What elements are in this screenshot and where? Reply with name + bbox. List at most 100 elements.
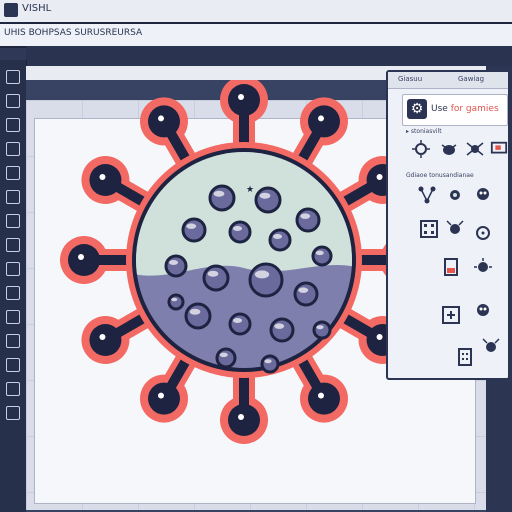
pore-highlight (171, 297, 178, 302)
skull-icon[interactable] (472, 184, 494, 206)
spike-tip (228, 404, 260, 436)
section-label-top: ▸ stoniasvilt (406, 128, 442, 135)
virus-pore (208, 184, 236, 212)
pore-highlight (298, 287, 309, 293)
title-bar: VISHL (0, 0, 512, 24)
pore-highlight (300, 213, 311, 219)
spider-icon[interactable] (464, 138, 486, 160)
virus-pore (248, 262, 284, 298)
spike-tip (68, 244, 100, 276)
panel-header: Giasuu Gawiag (388, 72, 508, 89)
spike-highlight (238, 414, 244, 420)
virus-pore (269, 317, 295, 343)
spike-tip (308, 105, 340, 138)
select-tool-icon[interactable] (6, 94, 20, 108)
pore-highlight (169, 260, 178, 265)
color-swatch-icon[interactable] (6, 406, 20, 420)
keypad-icon[interactable] (418, 218, 440, 240)
virus-pore (215, 347, 237, 369)
virus-pore (260, 354, 280, 374)
use-for-games-box[interactable]: ⚙ Use for gamies (402, 94, 508, 126)
pore-highlight (315, 250, 324, 256)
virus-pore (164, 254, 188, 278)
pore-highlight (213, 190, 225, 197)
virus-pore (184, 302, 212, 330)
section-label-bottom: Gdiaoe tonusandianae (406, 172, 474, 179)
pen-tool-icon[interactable] (6, 238, 20, 252)
tools-panel (0, 60, 27, 512)
options-toolbar (26, 46, 512, 66)
virus-pore (228, 220, 252, 244)
spike-highlight (99, 174, 106, 180)
icons-panel: Giasuu Gawiag ⚙ Use for gamies ▸ stonias… (386, 70, 510, 380)
zoom-tool-icon[interactable] (6, 334, 20, 348)
spike-highlight (318, 392, 324, 399)
germ-icon[interactable] (480, 336, 502, 358)
spike-tip (89, 164, 122, 196)
spike-highlight (238, 94, 244, 100)
spike-highlight (158, 115, 164, 122)
germ-icon[interactable] (444, 218, 466, 240)
virus-icon[interactable] (410, 138, 432, 160)
virus-icon[interactable] (472, 256, 494, 278)
spike-highlight (318, 115, 324, 122)
spike-tip (148, 105, 180, 138)
menu-text[interactable]: UHIS BOHPSAS SURUSREURSA (4, 28, 142, 38)
use-for-games-label: Use for gamies (431, 104, 499, 114)
virus-pore (254, 186, 282, 214)
spike-highlight (376, 334, 383, 340)
virus-icon[interactable] (444, 184, 466, 206)
virus-pore (167, 293, 185, 311)
text-tool-icon[interactable] (6, 262, 20, 276)
menu-bar: UHIS BOHPSAS SURUSREURSA (0, 24, 512, 48)
virus-pore (311, 245, 333, 267)
app-icon (4, 3, 18, 17)
virus-pore (228, 312, 252, 336)
fill-tool-icon[interactable] (6, 214, 20, 228)
pore-highlight (254, 270, 270, 279)
gradient-tool-icon[interactable] (6, 382, 20, 396)
pore-highlight (264, 359, 272, 364)
pore-highlight (186, 223, 197, 229)
virus-pore (293, 281, 319, 307)
virus-pore (202, 264, 230, 292)
shape-tool-icon[interactable] (6, 286, 20, 300)
pore-highlight (189, 308, 201, 315)
eraser-tool-icon[interactable] (6, 190, 20, 204)
spike-highlight (158, 392, 164, 399)
pore-highlight (316, 325, 324, 330)
spike-highlight (78, 254, 84, 260)
spike-tip (228, 84, 260, 116)
document-icon[interactable] (454, 346, 476, 368)
gear-icon[interactable]: ⚙ (407, 99, 427, 119)
tab-left[interactable]: Giasuu (398, 75, 422, 83)
virus-pore (181, 217, 207, 243)
pore-highlight (259, 192, 271, 199)
spike-highlight (99, 334, 106, 340)
lasso-tool-icon[interactable] (6, 118, 20, 132)
crossbox-icon[interactable] (440, 304, 462, 326)
svg-text:★: ★ (246, 185, 254, 195)
battery-icon[interactable] (440, 256, 462, 278)
window-title: VISHL (22, 3, 52, 14)
bug-icon[interactable] (438, 138, 460, 160)
network-icon[interactable] (416, 184, 438, 206)
eyedropper-tool-icon[interactable] (6, 358, 20, 372)
virus-icon[interactable] (472, 222, 494, 244)
brush-tool-icon[interactable] (6, 166, 20, 180)
monitor-icon[interactable] (488, 138, 510, 160)
design-app-window: VISHL UHIS BOHPSAS SURUSREURSA ★ Giasuu … (0, 0, 512, 512)
pore-highlight (233, 318, 242, 323)
tab-right[interactable]: Gawiag (458, 75, 484, 83)
pore-highlight (207, 270, 219, 277)
crop-tool-icon[interactable] (6, 142, 20, 156)
pore-highlight (273, 234, 282, 239)
virus-pore (312, 320, 332, 340)
spike-highlight (376, 174, 383, 180)
spike-tip (308, 382, 340, 415)
spike-tip (89, 324, 122, 356)
hand-tool-icon[interactable] (6, 310, 20, 324)
move-tool-icon[interactable] (6, 70, 20, 84)
pore-highlight (274, 323, 285, 329)
skull-icon[interactable] (472, 300, 494, 322)
